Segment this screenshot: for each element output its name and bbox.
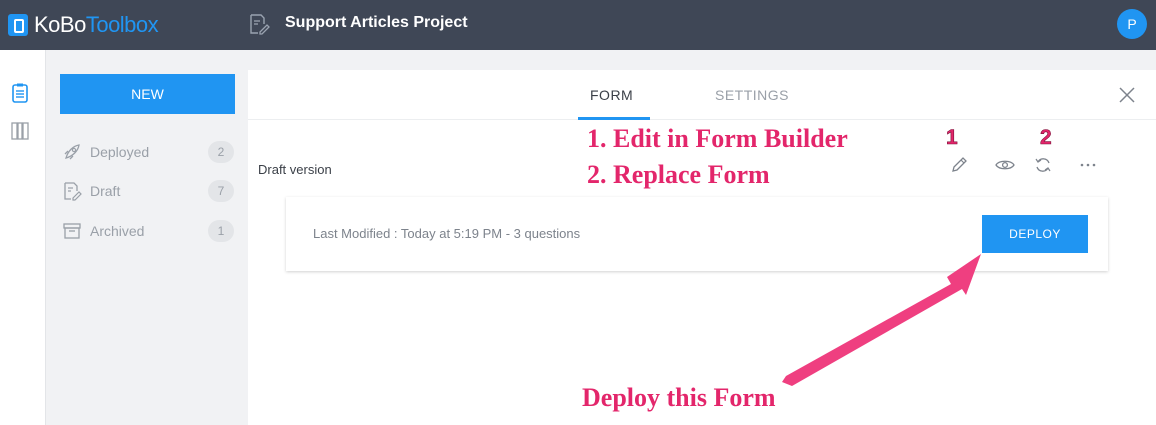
sidebar-item-label: Draft <box>90 183 121 199</box>
forms-icon[interactable] <box>11 83 29 103</box>
annotation-marker-1: 1 <box>946 126 958 150</box>
tab-bar: FORM SETTINGS <box>248 70 1156 120</box>
user-avatar[interactable]: P <box>1117 9 1147 39</box>
top-bar: KoBoToolbox Support Articles Project P <box>0 0 1156 50</box>
draft-card: Last Modified : Today at 5:19 PM - 3 que… <box>286 197 1108 271</box>
count-badge: 7 <box>208 180 234 202</box>
close-icon[interactable] <box>1118 86 1136 104</box>
preview-eye-icon[interactable] <box>994 154 1016 176</box>
new-button[interactable]: NEW <box>60 74 235 114</box>
rocket-icon <box>64 144 80 160</box>
sidebar-item-label: Archived <box>90 223 145 239</box>
sidebar-item-label: Deployed <box>90 144 150 160</box>
annotation-edit-form-builder: 1. Edit in Form Builder <box>587 124 848 153</box>
deploy-button[interactable]: DEPLOY <box>982 215 1088 253</box>
sidebar-item-draft[interactable]: Draft 7 <box>62 178 234 204</box>
count-badge: 2 <box>208 141 234 163</box>
annotation-marker-2: 2 <box>1040 126 1052 150</box>
active-tab-indicator <box>578 117 650 120</box>
kobotoolbox-logo[interactable]: KoBoToolbox <box>8 12 159 38</box>
annotation-deploy-form: Deploy this Form <box>582 383 776 412</box>
sidebar: NEW Deployed 2 Draft 7 Archived 1 <box>46 50 248 425</box>
last-modified-text: Last Modified : Today at 5:19 PM - 3 que… <box>313 226 581 241</box>
left-nav-strip <box>0 50 46 425</box>
logo-toolbox-text: Toolbox <box>85 12 159 37</box>
logo-kobo-text: KoBo <box>34 12 86 37</box>
form-edit-icon <box>250 14 270 35</box>
annotation-replace-form: 2. Replace Form <box>587 160 770 189</box>
logo-icon <box>8 14 28 36</box>
main-area: FORM SETTINGS Draft version Last Modifie… <box>248 50 1156 425</box>
sidebar-item-deployed[interactable]: Deployed 2 <box>62 139 234 165</box>
sidebar-item-archived[interactable]: Archived 1 <box>62 218 234 244</box>
draft-version-label: Draft version <box>258 162 332 177</box>
tab-settings[interactable]: SETTINGS <box>715 87 789 103</box>
library-icon[interactable] <box>11 121 29 141</box>
edit-pencil-icon[interactable] <box>948 154 970 176</box>
draft-icon <box>64 182 82 201</box>
archive-icon <box>63 223 81 239</box>
replace-refresh-icon[interactable] <box>1032 154 1054 176</box>
tab-form[interactable]: FORM <box>590 87 633 103</box>
project-title: Support Articles Project <box>285 14 468 31</box>
more-options-icon[interactable] <box>1077 154 1099 176</box>
count-badge: 1 <box>208 220 234 242</box>
